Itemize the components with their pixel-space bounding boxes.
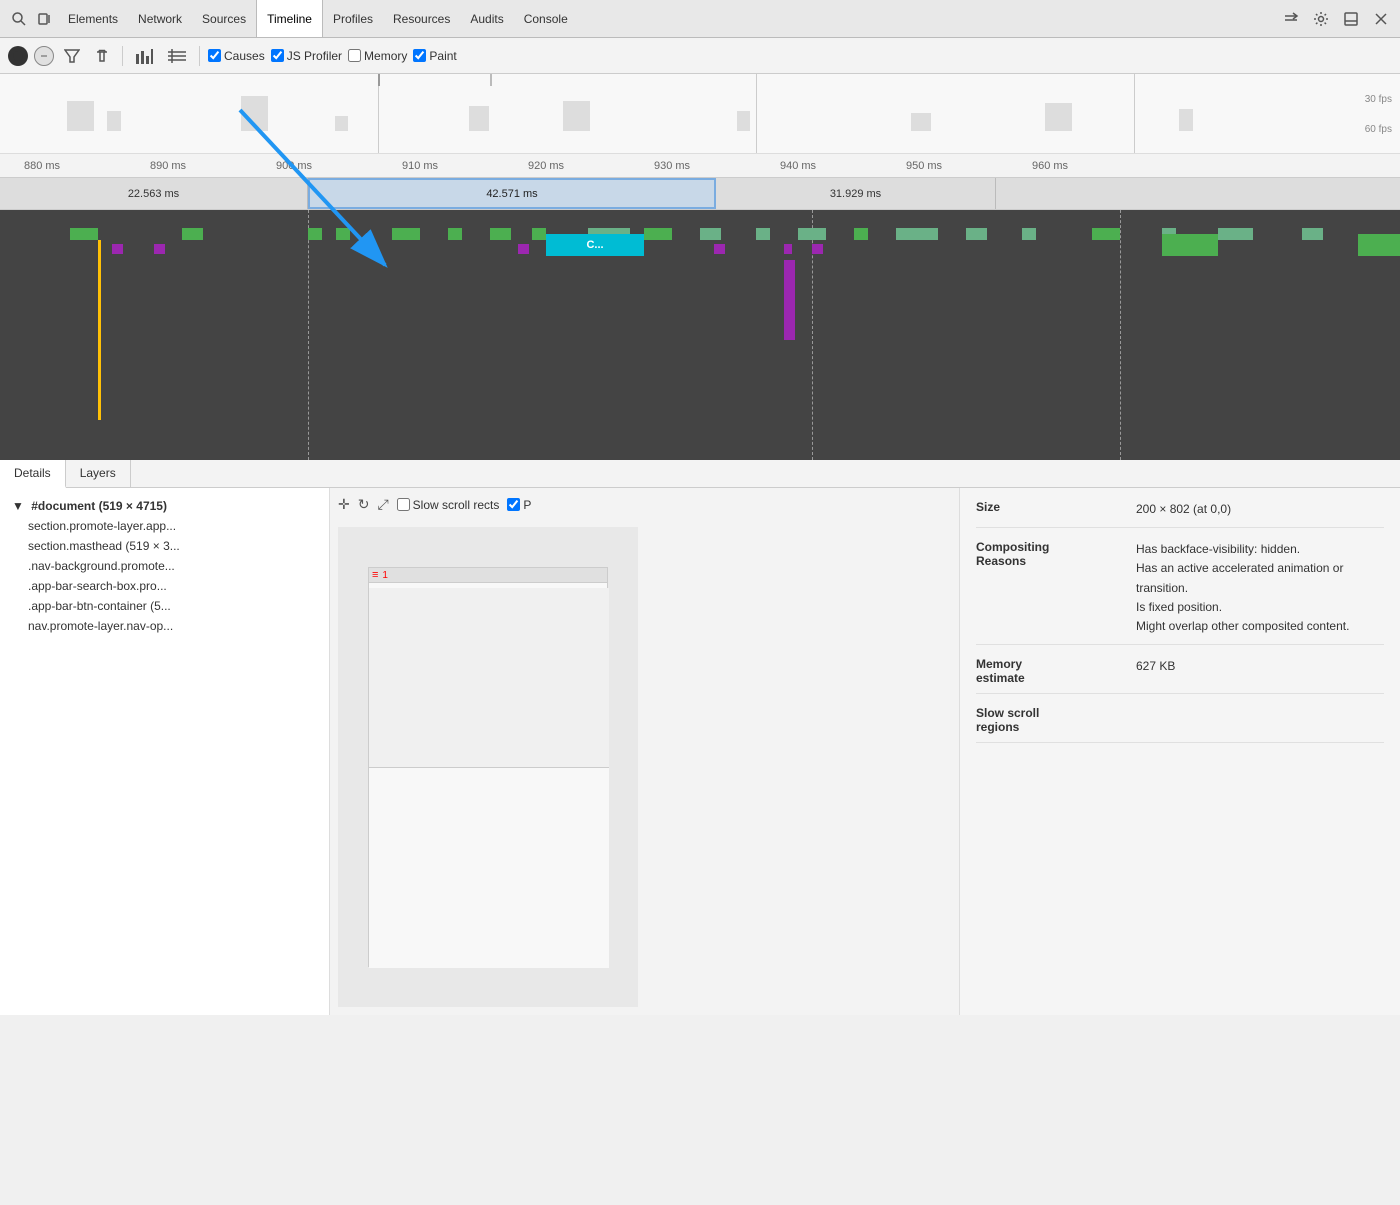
slow-scroll-label[interactable]: Slow scroll rects <box>397 498 500 512</box>
info-row-slow-scroll: Slow scroll regions <box>976 706 1384 743</box>
time-marker-880: 880 ms <box>24 160 60 172</box>
toolbar: Causes JS Profiler Memory Paint <box>0 38 1400 74</box>
record-button[interactable] <box>8 46 28 66</box>
tree-item-3[interactable]: .app-bar-search-box.pro... <box>0 576 329 596</box>
canvas-panel: ✛ ↻ ⤢ Slow scroll rects P ≡ <box>330 488 960 1015</box>
memory-label: Memory estimate <box>976 657 1136 685</box>
time-marker-910: 910 ms <box>402 160 438 172</box>
info-row-size: Size 200 × 802 (at 0,0) <box>976 500 1384 528</box>
layer-header-icon: ≡ <box>372 569 378 581</box>
search-icon[interactable] <box>9 9 29 29</box>
slow-scroll-checkbox[interactable] <box>397 498 410 511</box>
bar-chart-icon[interactable] <box>131 46 157 66</box>
tab-details[interactable]: Details <box>0 460 66 488</box>
device-icon[interactable] <box>35 9 55 29</box>
size-value: 200 × 802 (at 0,0) <box>1136 500 1231 519</box>
slow-scroll-regions-label: Slow scroll regions <box>976 706 1136 734</box>
panel-content: ▼ #document (519 × 4715) section.promote… <box>0 488 1400 1015</box>
memory-value: 627 KB <box>1136 657 1175 685</box>
menu-icons-right <box>1278 9 1394 29</box>
canvas-toolbar: ✛ ↻ ⤢ Slow scroll rects P <box>338 496 531 513</box>
time-marker-900: 900 ms <box>276 160 312 172</box>
tree-item-4[interactable]: .app-bar-btn-container (5... <box>0 596 329 616</box>
causes-checkbox[interactable] <box>208 49 221 62</box>
menu-item-elements[interactable]: Elements <box>58 0 128 37</box>
filter-button[interactable] <box>60 46 84 66</box>
close-icon[interactable] <box>1371 9 1391 29</box>
sel-bar-1[interactable]: 22.563 ms <box>0 178 308 209</box>
causes-checkbox-label[interactable]: Causes <box>208 49 265 63</box>
time-marker-950: 950 ms <box>906 160 942 172</box>
refresh-icon[interactable]: ↻ <box>358 496 370 513</box>
time-marker-960: 960 ms <box>1032 160 1068 172</box>
info-panel: Size 200 × 802 (at 0,0) Compositing Reas… <box>960 488 1400 1015</box>
time-marker-940: 940 ms <box>780 160 816 172</box>
paint-checkbox[interactable] <box>413 49 426 62</box>
memory-checkbox[interactable] <box>348 49 361 62</box>
menu-item-sources[interactable]: Sources <box>192 0 256 37</box>
time-marker-920: 920 ms <box>528 160 564 172</box>
compositing-reasons: Has backface-visibility: hidden. Has an … <box>1136 540 1384 636</box>
purple-tall <box>784 260 795 340</box>
time-ruler[interactable]: 880 ms 890 ms 900 ms 910 ms 920 ms 930 m… <box>0 154 1400 178</box>
timeline-content[interactable]: C... <box>0 210 1400 460</box>
big-green-block[interactable] <box>1162 234 1218 256</box>
fps-60-label: 60 fps <box>1365 124 1392 135</box>
stop-button[interactable] <box>34 46 54 66</box>
fps-30-label: 30 fps <box>1365 94 1392 105</box>
timeline-area: 30 fps 60 fps 880 ms 890 ms 900 ms 910 m… <box>0 74 1400 460</box>
memory-checkbox-label[interactable]: Memory <box>348 49 407 63</box>
bottom-panel: Details Layers ▼ #document (519 × 4715) … <box>0 460 1400 1015</box>
tree-item-5[interactable]: nav.promote-layer.nav-op... <box>0 616 329 636</box>
selection-bars: 22.563 ms 42.571 ms 31.929 ms <box>0 178 1400 210</box>
tree-item-0[interactable]: section.promote-layer.app... <box>0 516 329 536</box>
menu-item-timeline[interactable]: Timeline <box>256 0 323 37</box>
clear-button[interactable] <box>90 46 114 66</box>
tree-panel: ▼ #document (519 × 4715) section.promote… <box>0 488 330 1015</box>
big-green-block-2[interactable] <box>1358 234 1400 256</box>
p-checkbox[interactable] <box>507 498 520 511</box>
event-block-c[interactable]: C... <box>546 234 644 256</box>
tree-root[interactable]: ▼ #document (519 × 4715) <box>0 496 329 516</box>
layer-header-number: 1 <box>382 570 388 581</box>
paint-checkbox-label[interactable]: Paint <box>413 49 456 63</box>
menu-bar: Elements Network Sources Timeline Profil… <box>0 0 1400 38</box>
size-label: Size <box>976 500 1136 519</box>
sel-bar-2-selected[interactable]: 42.571 ms <box>308 178 716 209</box>
yellow-event-bar <box>98 240 101 420</box>
flame-chart-icon[interactable] <box>163 46 191 66</box>
settings-icon[interactable] <box>1311 9 1331 29</box>
panel-tabs: Details Layers <box>0 460 1400 488</box>
info-row-compositing: Compositing Reasons Has backface-visibil… <box>976 540 1384 645</box>
js-profiler-checkbox[interactable] <box>271 49 284 62</box>
js-profiler-checkbox-label[interactable]: JS Profiler <box>271 49 342 63</box>
menu-item-network[interactable]: Network <box>128 0 192 37</box>
menu-item-resources[interactable]: Resources <box>383 0 460 37</box>
info-row-memory: Memory estimate 627 KB <box>976 657 1384 694</box>
tree-item-2[interactable]: .nav-background.promote... <box>0 556 329 576</box>
dock-icon[interactable] <box>1341 9 1361 29</box>
menu-item-audits[interactable]: Audits <box>460 0 513 37</box>
compositing-label: Compositing Reasons <box>976 540 1136 636</box>
arrows-icon[interactable]: ⤢ <box>377 496 388 513</box>
time-marker-890: 890 ms <box>150 160 186 172</box>
time-marker-930: 930 ms <box>654 160 690 172</box>
tab-layers[interactable]: Layers <box>66 460 131 487</box>
sel-bar-3[interactable]: 31.929 ms <box>716 178 996 209</box>
layer-preview[interactable]: ≡ 1 <box>338 527 638 1007</box>
expand-icon[interactable] <box>1281 9 1301 29</box>
fps-area[interactable]: 30 fps 60 fps <box>0 74 1400 154</box>
p-checkbox-label[interactable]: P <box>507 498 531 512</box>
menu-item-profiles[interactable]: Profiles <box>323 0 383 37</box>
tree-item-1[interactable]: section.masthead (519 × 3... <box>0 536 329 556</box>
move-icon[interactable]: ✛ <box>338 496 350 513</box>
menu-item-console[interactable]: Console <box>514 0 578 37</box>
